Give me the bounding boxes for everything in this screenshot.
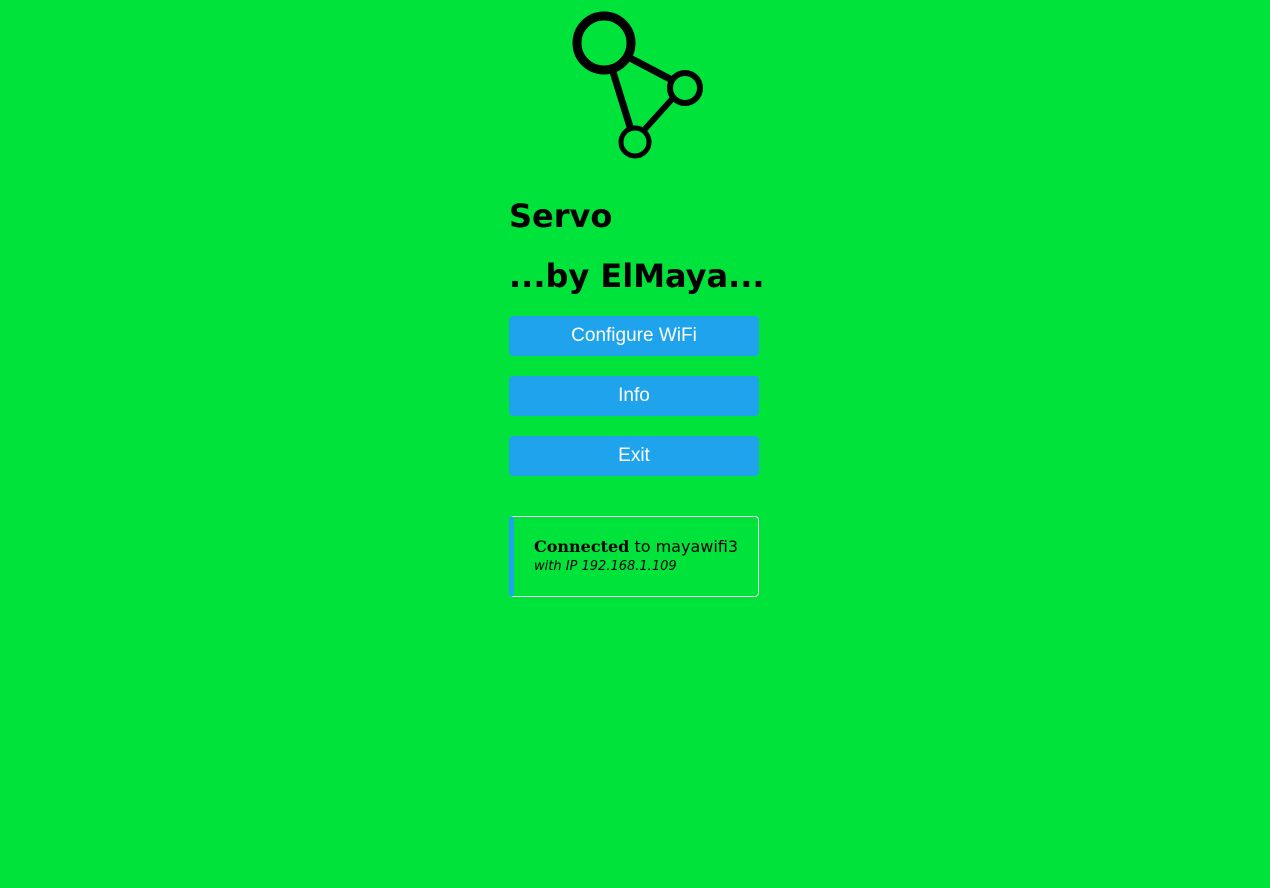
- page-subtitle: ...by ElMaya...: [509, 257, 765, 295]
- network-name: to mayawifi3: [629, 537, 739, 556]
- info-button[interactable]: Info: [509, 376, 759, 416]
- connection-status-box: Connected to mayawifi3 with IP 192.168.1…: [509, 516, 759, 597]
- exit-button[interactable]: Exit: [509, 436, 759, 476]
- network-nodes-icon: [572, 11, 703, 159]
- configure-wifi-button[interactable]: Configure WiFi: [509, 316, 759, 356]
- ip-address-text: with IP 192.168.1.109: [534, 559, 677, 574]
- connection-status-line: Connected to mayawifi3: [534, 537, 748, 557]
- page-title: Servo: [509, 197, 613, 235]
- connected-label: Connected: [534, 537, 630, 556]
